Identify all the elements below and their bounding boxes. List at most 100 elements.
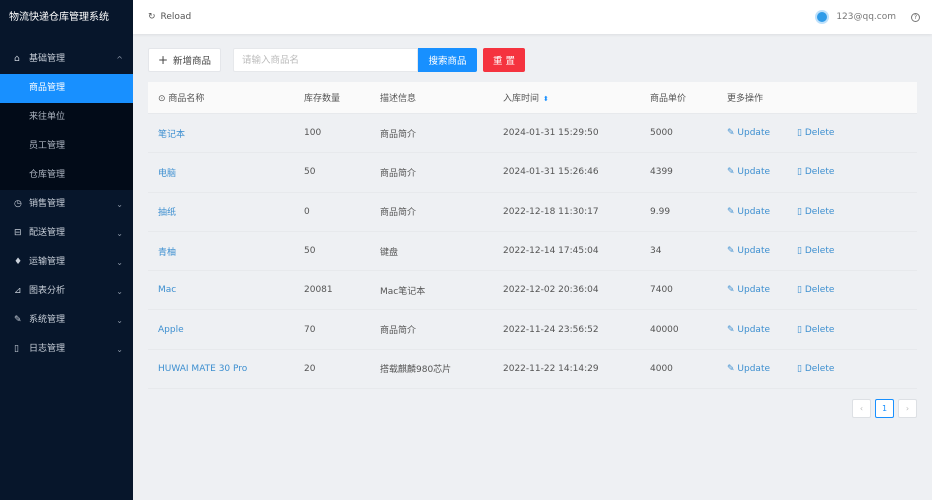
select-icon[interactable]: ⊙ — [158, 94, 166, 104]
delete-button[interactable]: ▯ Delete — [787, 207, 897, 217]
delete-button[interactable]: ▯ Delete — [787, 167, 897, 177]
edit-icon: ✎ — [727, 128, 735, 139]
sidebar-group[interactable]: ♦ 运输管理 ⌄ — [0, 248, 133, 277]
time-cell: 2022-12-18 11:30:17 — [503, 206, 599, 217]
sidebar-group[interactable]: ✎ 系统管理 ⌄ — [0, 306, 133, 335]
trash-icon: ▯ — [797, 363, 802, 374]
price-cell: 9.99 — [650, 206, 671, 217]
edit-icon: ✎ — [727, 363, 735, 374]
trash-icon: ▯ — [797, 285, 802, 296]
sidebar-group[interactable]: ▯ 日志管理 ⌄ — [0, 335, 133, 364]
sidebar-menu: ⌂ 基础管理 ^ 商品管理 来往单位 员工管理 仓库管理 ◷ 销售管理 ⌄ ⊟ 配送管理 ⌄ ♦ 运输管理 ⌄… — [0, 45, 133, 364]
product-name-link[interactable]: 笔记本 — [148, 127, 294, 140]
reset-button[interactable]: 重 置 — [483, 48, 525, 72]
search-input[interactable] — [233, 48, 418, 72]
avatar — [815, 10, 830, 24]
sidebar-group[interactable]: ⌂ 基础管理 ^ — [0, 45, 133, 74]
table-row: 电脑 50 商品简介 2024-01-31 15:26:46 4399 ✎ Up… — [148, 153, 917, 193]
bell-icon: ♦ — [14, 257, 23, 267]
header-time[interactable]: 入库时间 ⬍ — [493, 91, 640, 104]
price-cell: 4000 — [650, 363, 673, 374]
price-cell: 5000 — [650, 128, 673, 139]
desc-cell: 商品简介 — [380, 129, 417, 140]
header-name[interactable]: ⊙ 商品名称 — [148, 91, 294, 104]
product-name-link[interactable]: 抽纸 — [148, 205, 294, 218]
add-product-button[interactable]: + 新增商品 — [148, 48, 221, 72]
delete-button[interactable]: ▯ Delete — [787, 128, 897, 138]
product-name-link[interactable]: 电脑 — [148, 166, 294, 179]
product-name-link[interactable]: Apple — [148, 325, 294, 335]
header-actions: 更多操作 — [727, 94, 764, 104]
trash-icon: ▯ — [797, 167, 802, 178]
reload-button[interactable]: ↻ Reload — [148, 12, 191, 22]
time-cell: 2022-12-14 17:45:04 — [503, 246, 599, 257]
desc-cell: 商品简介 — [380, 208, 417, 219]
sidebar-item[interactable]: 商品管理 — [0, 74, 133, 103]
edit-icon: ✎ — [727, 167, 735, 178]
sidebar-group[interactable]: ⊿ 图表分析 ⌄ — [0, 277, 133, 306]
product-name-link[interactable]: Mac — [148, 285, 294, 295]
table-row: Apple 70 商品简介 2022-11-24 23:56:52 40000 … — [148, 310, 917, 350]
user-email: 123@qq.com — [836, 12, 896, 22]
delete-button[interactable]: ▯ Delete — [787, 246, 897, 256]
wrench-icon: ✎ — [14, 315, 22, 325]
update-button[interactable]: ✎ Update — [717, 325, 787, 335]
product-name-link[interactable]: HUWAI MATE 30 Pro — [148, 364, 294, 374]
sidebar-group[interactable]: ◷ 销售管理 ⌄ — [0, 190, 133, 219]
sidebar-item[interactable]: 来往单位 — [0, 103, 133, 132]
toolbar: +新增商品 搜索商品 重 置 — [148, 48, 525, 72]
page-button[interactable]: 1 — [875, 399, 894, 418]
update-button[interactable]: ✎ Update — [717, 285, 787, 295]
desc-cell: 商品简介 — [380, 168, 417, 179]
update-button[interactable]: ✎ Update — [717, 246, 787, 256]
time-cell: 2024-01-31 15:26:46 — [503, 167, 599, 178]
sidebar-item[interactable]: 员工管理 — [0, 132, 133, 161]
delete-button[interactable]: ▯ Delete — [787, 364, 897, 374]
price-cell: 4399 — [650, 167, 673, 178]
table-row: Mac 20081 Mac笔记本 2022-12-02 20:36:04 740… — [148, 271, 917, 311]
desc-cell: 商品简介 — [380, 326, 417, 337]
user-menu[interactable]: 123@qq.com — [815, 10, 896, 24]
trash-icon: ▯ — [797, 246, 802, 257]
header-stock: 库存数量 — [304, 94, 341, 104]
reload-icon: ↻ — [148, 12, 156, 22]
chevron-down-icon: ⌄ — [116, 316, 123, 325]
time-cell: 2022-11-22 14:14:29 — [503, 363, 599, 374]
time-cell: 2022-12-02 20:36:04 — [503, 285, 599, 296]
help-icon[interactable]: ? — [911, 12, 920, 22]
product-name-link[interactable]: 青柚 — [148, 245, 294, 258]
update-button[interactable]: ✎ Update — [717, 364, 787, 374]
submenu: 商品管理 来往单位 员工管理 仓库管理 — [0, 74, 133, 190]
sort-icon[interactable]: ⬍ — [543, 95, 549, 103]
desc-cell: 键盘 — [380, 247, 399, 258]
update-button[interactable]: ✎ Update — [717, 128, 787, 138]
table-row: HUWAI MATE 30 Pro 20 搭载麒麟980芯片 2022-11-2… — [148, 350, 917, 390]
chevron-down-icon: ⌄ — [116, 345, 123, 354]
stock-cell: 20081 — [304, 285, 333, 296]
chevron-up-icon: ^ — [116, 55, 123, 64]
delete-button[interactable]: ▯ Delete — [787, 285, 897, 295]
prev-page-button[interactable]: ‹ — [852, 399, 871, 418]
table-row: 笔记本 100 商品简介 2024-01-31 15:29:50 5000 ✎ … — [148, 114, 917, 154]
delete-button[interactable]: ▯ Delete — [787, 325, 897, 335]
table-row: 青柚 50 键盘 2022-12-14 17:45:04 34 ✎ Update… — [148, 232, 917, 272]
table-body: 笔记本 100 商品简介 2024-01-31 15:29:50 5000 ✎ … — [148, 114, 917, 390]
table-header: ⊙ 商品名称 库存数量 描述信息 入库时间 ⬍ 商品单价 更多操作 — [148, 82, 917, 114]
time-cell: 2022-11-24 23:56:52 — [503, 324, 599, 335]
product-table: ⊙ 商品名称 库存数量 描述信息 入库时间 ⬍ 商品单价 更多操作 笔记本 100… — [148, 82, 917, 390]
edit-icon: ✎ — [727, 324, 735, 335]
edit-icon: ✎ — [727, 246, 735, 257]
sidebar-group[interactable]: ⊟ 配送管理 ⌄ — [0, 219, 133, 248]
stock-cell: 20 — [304, 363, 316, 374]
chevron-down-icon: ⌄ — [116, 229, 123, 238]
sidebar-item[interactable]: 仓库管理 — [0, 161, 133, 190]
edit-icon: ✎ — [727, 285, 735, 296]
search-button[interactable]: 搜索商品 — [418, 48, 477, 72]
clock-icon: ◷ — [14, 199, 22, 209]
update-button[interactable]: ✎ Update — [717, 207, 787, 217]
file-icon: ▯ — [14, 344, 19, 354]
chevron-down-icon: ⌄ — [116, 200, 123, 209]
update-button[interactable]: ✎ Update — [717, 167, 787, 177]
next-page-button[interactable]: › — [898, 399, 917, 418]
stock-cell: 100 — [304, 128, 322, 139]
